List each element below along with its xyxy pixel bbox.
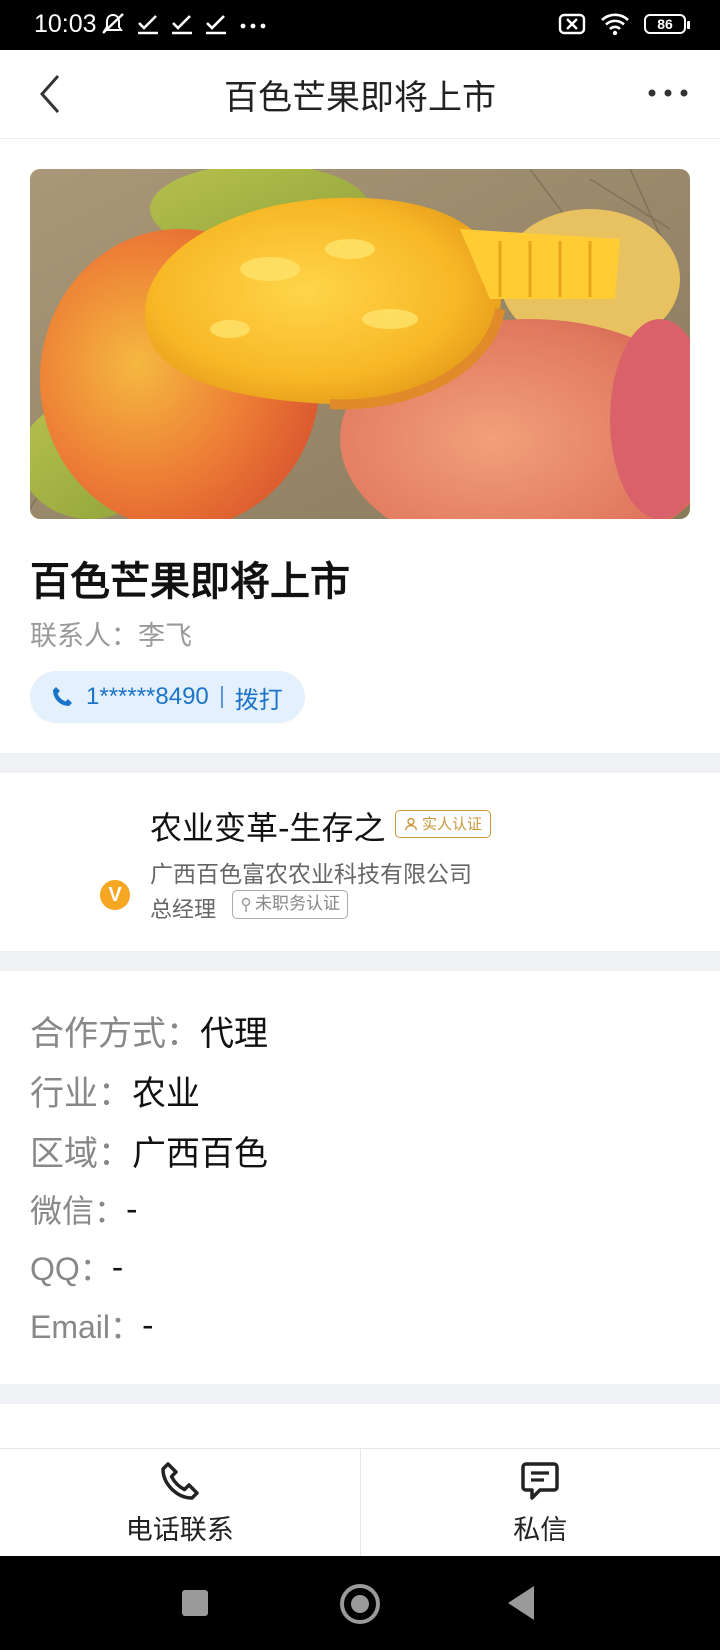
cooperation-details: 合作方式： 代理 行业： 农业 区域： 广西百色 微信： - QQ： - Email： - bbox=[30, 1000, 690, 1354]
pill-divider bbox=[220, 686, 223, 708]
more-horizontal-icon bbox=[648, 89, 688, 97]
call-contact-label: 电话联系 bbox=[125, 1514, 234, 1546]
job-unverified-label: 未职务认证 bbox=[255, 894, 340, 914]
detail-key: Email： bbox=[30, 1309, 143, 1345]
bottom-action-bar: 电话联系 私信 bbox=[0, 1448, 720, 1557]
section-separator bbox=[0, 1384, 720, 1404]
status-system-icons: 86 bbox=[558, 12, 690, 36]
detail-key: 合作方式： bbox=[30, 1014, 200, 1053]
more-dots-icon bbox=[240, 23, 266, 29]
sim-off-icon bbox=[558, 13, 586, 35]
status-time: 10:03 bbox=[34, 10, 97, 38]
section-separator bbox=[0, 951, 720, 971]
chat-bubble-icon bbox=[521, 1461, 559, 1500]
masked-phone-number: 1******8490 bbox=[86, 683, 209, 710]
detail-key: 行业： bbox=[30, 1074, 132, 1113]
real-name-badge-label: 实人认证 bbox=[422, 815, 483, 833]
detail-row-cooperation: 合作方式： 代理 bbox=[30, 1000, 690, 1060]
top-navbar: 百色芒果即将上市 bbox=[0, 50, 720, 139]
home-button[interactable] bbox=[340, 1584, 380, 1624]
call-contact-button[interactable]: 电话联系 bbox=[0, 1449, 360, 1557]
product-image[interactable] bbox=[30, 169, 690, 519]
detail-value: 广西百色 bbox=[132, 1133, 268, 1174]
private-message-label: 私信 bbox=[513, 1514, 568, 1546]
recent-apps-button[interactable] bbox=[182, 1590, 208, 1616]
detail-value: 农业 bbox=[132, 1073, 200, 1114]
publisher-company: 广西百色富农农业科技有限公司 bbox=[150, 862, 472, 888]
battery-icon: 86 bbox=[644, 14, 690, 34]
system-back-button[interactable] bbox=[508, 1586, 534, 1620]
status-bar: 10:03 86 bbox=[0, 0, 720, 50]
detail-row-qq: QQ： - bbox=[30, 1238, 690, 1296]
check-icon bbox=[206, 15, 226, 35]
dial-phone-button[interactable]: 1******8490 拨打 bbox=[30, 671, 305, 723]
detail-value: - bbox=[126, 1190, 138, 1228]
badge-key-icon bbox=[241, 897, 251, 912]
page-title: 百色芒果即将上市 bbox=[224, 78, 496, 118]
publisher-role: 总经理 bbox=[150, 898, 217, 923]
contact-label: 联系人： bbox=[30, 621, 138, 652]
detail-value: 代理 bbox=[200, 1013, 268, 1054]
phone-icon bbox=[53, 687, 72, 706]
real-name-badge: 实人认证 bbox=[395, 810, 492, 838]
dial-label: 拨打 bbox=[234, 685, 283, 714]
detail-row-wechat: 微信： - bbox=[30, 1180, 690, 1238]
post-title: 百色芒果即将上市 bbox=[30, 559, 350, 605]
wifi-icon bbox=[601, 13, 629, 36]
publisher-card[interactable]: V 农业变革-生存之 实人认证 广西百色富农农业科技有限公司 总经理 未职务认证 bbox=[0, 773, 720, 951]
status-notification-icons bbox=[100, 12, 268, 36]
job-unverified-badge: 未职务认证 bbox=[232, 890, 348, 919]
detail-row-email: Email： - bbox=[30, 1296, 690, 1354]
battery-level: 86 bbox=[657, 16, 673, 32]
section-separator bbox=[0, 753, 720, 773]
detail-value: - bbox=[142, 1306, 154, 1344]
contact-line: 联系人：李飞 bbox=[30, 614, 192, 653]
detail-value: - bbox=[111, 1248, 124, 1286]
mango-photo bbox=[30, 169, 690, 519]
check-icon bbox=[172, 15, 192, 35]
detail-row-industry: 行业： 农业 bbox=[30, 1060, 690, 1120]
check-icon bbox=[138, 15, 158, 35]
person-icon bbox=[404, 817, 418, 831]
publisher-name: 农业变革-生存之 bbox=[150, 809, 386, 847]
verified-v-badge: V bbox=[100, 880, 130, 910]
detail-key: QQ： bbox=[30, 1251, 112, 1287]
detail-key: 微信： bbox=[30, 1193, 127, 1229]
private-message-button[interactable]: 私信 bbox=[359, 1449, 720, 1557]
detail-key: 区域： bbox=[30, 1134, 132, 1173]
detail-row-region: 区域： 广西百色 bbox=[30, 1120, 690, 1180]
contact-name: 李飞 bbox=[138, 621, 192, 652]
phone-icon bbox=[161, 1461, 199, 1500]
mute-icon bbox=[102, 13, 124, 34]
system-navigation-bar bbox=[0, 1556, 720, 1650]
more-options-button[interactable] bbox=[644, 78, 692, 108]
